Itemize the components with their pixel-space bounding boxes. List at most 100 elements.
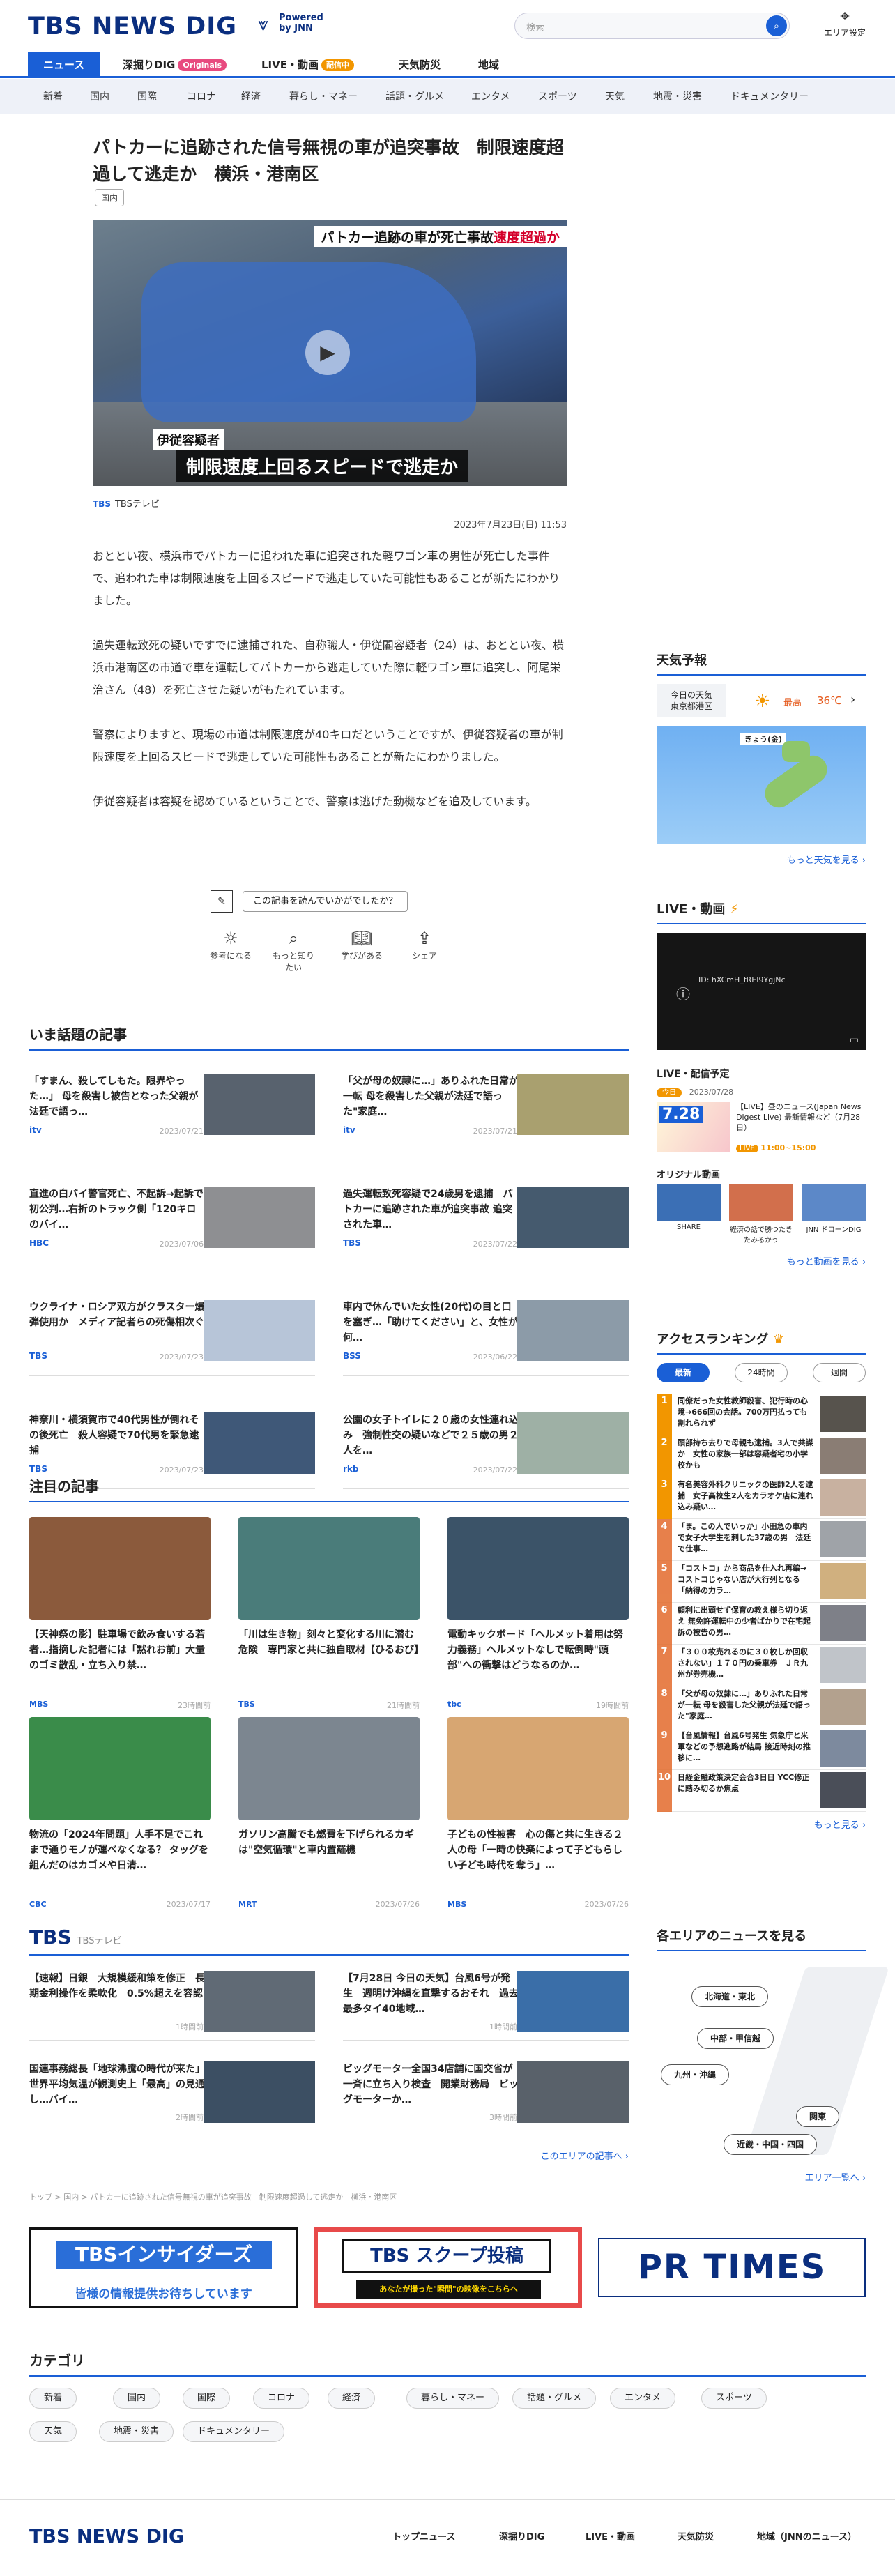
subnav-topics-gourmet[interactable]: 話題・グルメ <box>385 89 444 103</box>
category-chip[interactable]: 地震・災害 <box>99 2421 174 2442</box>
ranking-item[interactable]: 5 「コストコ」から商品を仕入れ再編→コストコじゃない店が大行列となる「納得の力ラ… <box>657 1561 866 1603</box>
play-icon[interactable]: ▶ <box>305 330 350 375</box>
subnav-corona[interactable]: コロナ <box>187 89 216 103</box>
footer-link[interactable]: トップニュース <box>392 2529 455 2543</box>
share-button[interactable]: ⇪ シェア <box>400 927 449 961</box>
site-logo[interactable]: TBS NEWS DIG <box>28 13 237 40</box>
ranking-item[interactable]: 7 「３００枚売れるのに３０枚しか回収されない」１７０円の乗車券 ＪＲ九州が券売機… <box>657 1645 866 1686</box>
category-chip[interactable]: 天気 <box>29 2421 77 2442</box>
breadcrumb[interactable]: トップ > 国内 > パトカーに追跡された信号無視の車が追突事故 制限速度超過し… <box>29 2191 629 2202</box>
live-more-link[interactable]: もっと動画を見る › <box>657 1254 866 1267</box>
category-chip[interactable]: ドキュメンタリー <box>183 2421 285 2442</box>
category-chip[interactable]: エンタメ <box>610 2388 675 2409</box>
subnav-documentary[interactable]: ドキュメンタリー <box>730 89 809 103</box>
live-video-player[interactable]: ⓘ ID: hXCmH_fREI9YgjNc ▭ <box>657 933 866 1050</box>
local-more-link[interactable]: このエリアの記事へ › <box>488 2149 629 2162</box>
ranking-item[interactable]: 10 日経金融政策決定会合3日目 YCC修正に踏み切るか焦点 <box>657 1770 866 1812</box>
category-chip[interactable]: コロナ <box>253 2388 310 2409</box>
local-article-card[interactable]: 国連事務総長「地球沸騰の時代が来た」 世界平均気温が観測史上「最高」の見通し…バ… <box>29 2061 315 2131</box>
footer-link[interactable]: 深掘りDIG <box>499 2529 544 2543</box>
subnav-earthquake[interactable]: 地震・災害 <box>653 89 702 103</box>
article-tag[interactable]: 国内 <box>95 189 125 206</box>
category-chip[interactable]: 話題・グルメ <box>512 2388 597 2409</box>
ranking-tab-weekly[interactable]: 週間 <box>813 1363 866 1382</box>
rate-more-button[interactable]: ⌕ もっと知りたい <box>269 927 318 973</box>
ranking-tab-latest[interactable]: 最新 <box>657 1363 710 1382</box>
trending-article-card[interactable]: 「すまん、殺してしもた。限界やった…」 母を殺害し被告となった父親が法廷で語っ…… <box>29 1074 315 1150</box>
weather-map[interactable]: きょう(金) <box>657 726 866 844</box>
search-input[interactable]: 検索 <box>526 20 544 33</box>
footer-link[interactable]: 天気防災 <box>678 2529 714 2543</box>
rate-helpful-button[interactable]: ☼ 参考になる <box>206 927 255 961</box>
subnav-domestic[interactable]: 国内 <box>90 89 109 103</box>
footer-link[interactable]: 地域（JNNのニュース） <box>757 2529 857 2543</box>
tab-live[interactable]: LIVE・動画 配信中 <box>261 52 354 78</box>
subnav-international[interactable]: 国際 <box>137 89 157 103</box>
featured-article-card[interactable]: 子どもの性被害 心の傷と共に生きる２人の母「一時の快楽によって子どもらしい子ども… <box>448 1717 629 1912</box>
subnav-entertainment[interactable]: エンタメ <box>471 89 510 103</box>
insiders-banner[interactable]: TBSインサイダーズ 皆様の情報提供お待ちしています <box>29 2227 298 2308</box>
ranking-item[interactable]: 9 【台風情報】台風6号発生 気象庁と米軍などの予想進路が結局 接近時刻の推移に… <box>657 1728 866 1770</box>
search-box[interactable]: 検索 ⌕ <box>514 13 790 39</box>
scoop-banner[interactable]: TBS スクープ投稿 あなたが撮った"瞬間"の映像をこちらへ <box>314 2227 582 2308</box>
subnav-sports[interactable]: スポーツ <box>538 89 577 103</box>
tab-weather[interactable]: 天気防災 <box>399 52 441 78</box>
ranking-item[interactable]: 4 「ま。この人でいっか」小田急の車内で女子大学生を刺した37歳の男 法廷で仕事… <box>657 1519 866 1561</box>
featured-article-title: 電動キックボード「ヘルメット着用は努力義務」ヘルメットなしで転倒時"頭部"への衝… <box>448 1629 623 1671</box>
tab-region[interactable]: 地域 <box>478 52 499 78</box>
subnav-economy[interactable]: 経済 <box>241 89 261 103</box>
area-kinki[interactable]: 近畿・中国・四国 <box>724 2134 818 2155</box>
trending-article-card[interactable]: ウクライナ・ロシア双方がクラスター爆弾使用か メディア記者らの死傷相次ぐ TBS 2… <box>29 1300 315 1376</box>
ranking-item[interactable]: 2 頭部持ち去りで母親も逮捕。3人で共謀か 女性の家族一部は容疑者宅の小学校かも <box>657 1435 866 1477</box>
area-more-link[interactable]: エリア一覧へ › <box>657 2170 866 2183</box>
featured-article-card[interactable]: ガソリン高騰でも燃費を下げられるカギは"空気循環"と車内置羅機 MRT 2023/0… <box>238 1717 420 1912</box>
footer-link[interactable]: LIVE・動画 <box>586 2529 635 2543</box>
featured-article-card[interactable]: 【天神祭の影】駐車場で飲み食いする若者…指摘した記者には「黙れお前」大量のゴミ散… <box>29 1517 211 1712</box>
featured-article-card[interactable]: 「川は生き物」刻々と変化する川に潜む危険 専門家と共に独自取材【ひるおび】 TBS… <box>238 1517 420 1712</box>
category-chip[interactable]: 国際 <box>183 2388 231 2409</box>
search-button[interactable]: ⌕ <box>766 15 787 36</box>
local-article-card[interactable]: ビッグモーター全国34店舗に国交省が一斉に立ち入り検査 開業財務局 ビッグモータ… <box>343 2061 629 2131</box>
subnav-weather[interactable]: 天気 <box>605 89 625 103</box>
footer-logo[interactable]: TBS NEWS DIG <box>29 2526 184 2547</box>
category-chip[interactable]: 国内 <box>113 2388 161 2409</box>
weather-more-link[interactable]: もっと天気を見る › <box>657 853 866 866</box>
area-setting-button[interactable]: ⌖ エリア設定 <box>817 6 873 38</box>
article-video[interactable]: パトカー追跡の車が死亡事故速度超過か ▶ 伊従容疑者 制限速度上回るスピードで逃… <box>93 220 567 486</box>
area-kanto[interactable]: 関東 <box>796 2106 840 2127</box>
local-article-card[interactable]: 【速報】日銀 大規模緩和策を修正 長期金利操作を柔軟化 0.5%超えを容認 1時間… <box>29 1971 315 2041</box>
ranking-item[interactable]: 1 同僚だった女性教師殺害、犯行時の心境→666回の会話。700万円払っても割れら… <box>657 1394 866 1435</box>
subnav-life-money[interactable]: 暮らし・マネー <box>289 89 358 103</box>
rate-learn-button[interactable]: 📖︎ 学びがある <box>337 927 386 961</box>
tab-deepdig[interactable]: 深掘りDIG Originals <box>123 52 227 78</box>
trending-article-card[interactable]: 直進の白バイ警官死亡、不起訴→起訴で初公判…右折のトラック側「120キロのバイ…… <box>29 1187 315 1263</box>
category-chip[interactable]: スポーツ <box>701 2388 767 2409</box>
category-chip[interactable]: 経済 <box>328 2388 376 2409</box>
featured-article-card[interactable]: 物流の「2024年問題」人手不足でこれまで通りモノが運べなくなる？ タッグを組ん… <box>29 1717 211 1912</box>
subnav-new[interactable]: 新着 <box>43 89 63 103</box>
original-video-card[interactable]: 経済の話で勝つたきたみるかう <box>729 1184 793 1244</box>
area-hokkaido-tohoku[interactable]: 北海道・東北 <box>691 1986 769 2007</box>
area-chubu[interactable]: 中部・甲信越 <box>697 2028 774 2049</box>
category-chip[interactable]: 暮らし・マネー <box>406 2388 500 2409</box>
article-source[interactable]: TBS TBSテレビ <box>93 496 160 510</box>
area-kyushu[interactable]: 九州・沖縄 <box>661 2064 730 2085</box>
trending-article-card[interactable]: 車内で休んでいた女性(20代)の目と口を塞ぎ…「助けてください」と、女性が何… B… <box>343 1300 629 1376</box>
trending-article-card[interactable]: 「父が母の奴隷に…」ありふれた日常が一転 母を殺害した父親が法廷で語った"家庭…… <box>343 1074 629 1150</box>
featured-article-card[interactable]: 電動キックボード「ヘルメット着用は努力義務」ヘルメットなしで転倒時"頭部"への衝… <box>448 1517 629 1712</box>
trending-article-date: 2023/06/22 <box>473 1352 517 1362</box>
local-article-card[interactable]: 【7月28日 今日の天気】台風6号が発生 週明け沖縄を直撃するおそれ 過去最多タ… <box>343 1971 629 2041</box>
ranking-item[interactable]: 3 有名美容外科クリニックの医師2人を逮捕 女子高校生2人をカラオケ店に連れ込み疑… <box>657 1477 866 1519</box>
ranking-tab-24h[interactable]: 24時間 <box>735 1363 788 1382</box>
live-schedule-item[interactable]: 7.28 【LIVE】昼のニュース(Japan News Digest Live… <box>657 1102 866 1161</box>
trending-article-card[interactable]: 過失運転致死容疑で24歳男を逮捕 パトカーに追跡された車が追突事故 追突された車… <box>343 1187 629 1263</box>
weather-today[interactable]: 今日の天気 東京都港区 ☀ 最高 36℃ › <box>657 684 866 720</box>
ranking-more-link[interactable]: もっと見る › <box>657 1817 866 1831</box>
prtimes-banner[interactable]: PR TIMES <box>598 2238 866 2297</box>
original-video-card[interactable]: SHARE <box>657 1184 721 1231</box>
ranking-item[interactable]: 6 顧利に出頭せず保育の教え様ら切り返え 無免許運転中の少者ばかりで在宅起訴の被告… <box>657 1603 866 1645</box>
category-chip[interactable]: 新着 <box>29 2388 77 2409</box>
tab-news[interactable]: ニュース <box>28 52 100 78</box>
ranking-item[interactable]: 8 「父が母の奴隷に…」ありふれた日常が一転 母を殺害した父親が法廷で語った"家庭… <box>657 1686 866 1728</box>
original-video-card[interactable]: JNN ドローンDIG <box>802 1184 866 1234</box>
